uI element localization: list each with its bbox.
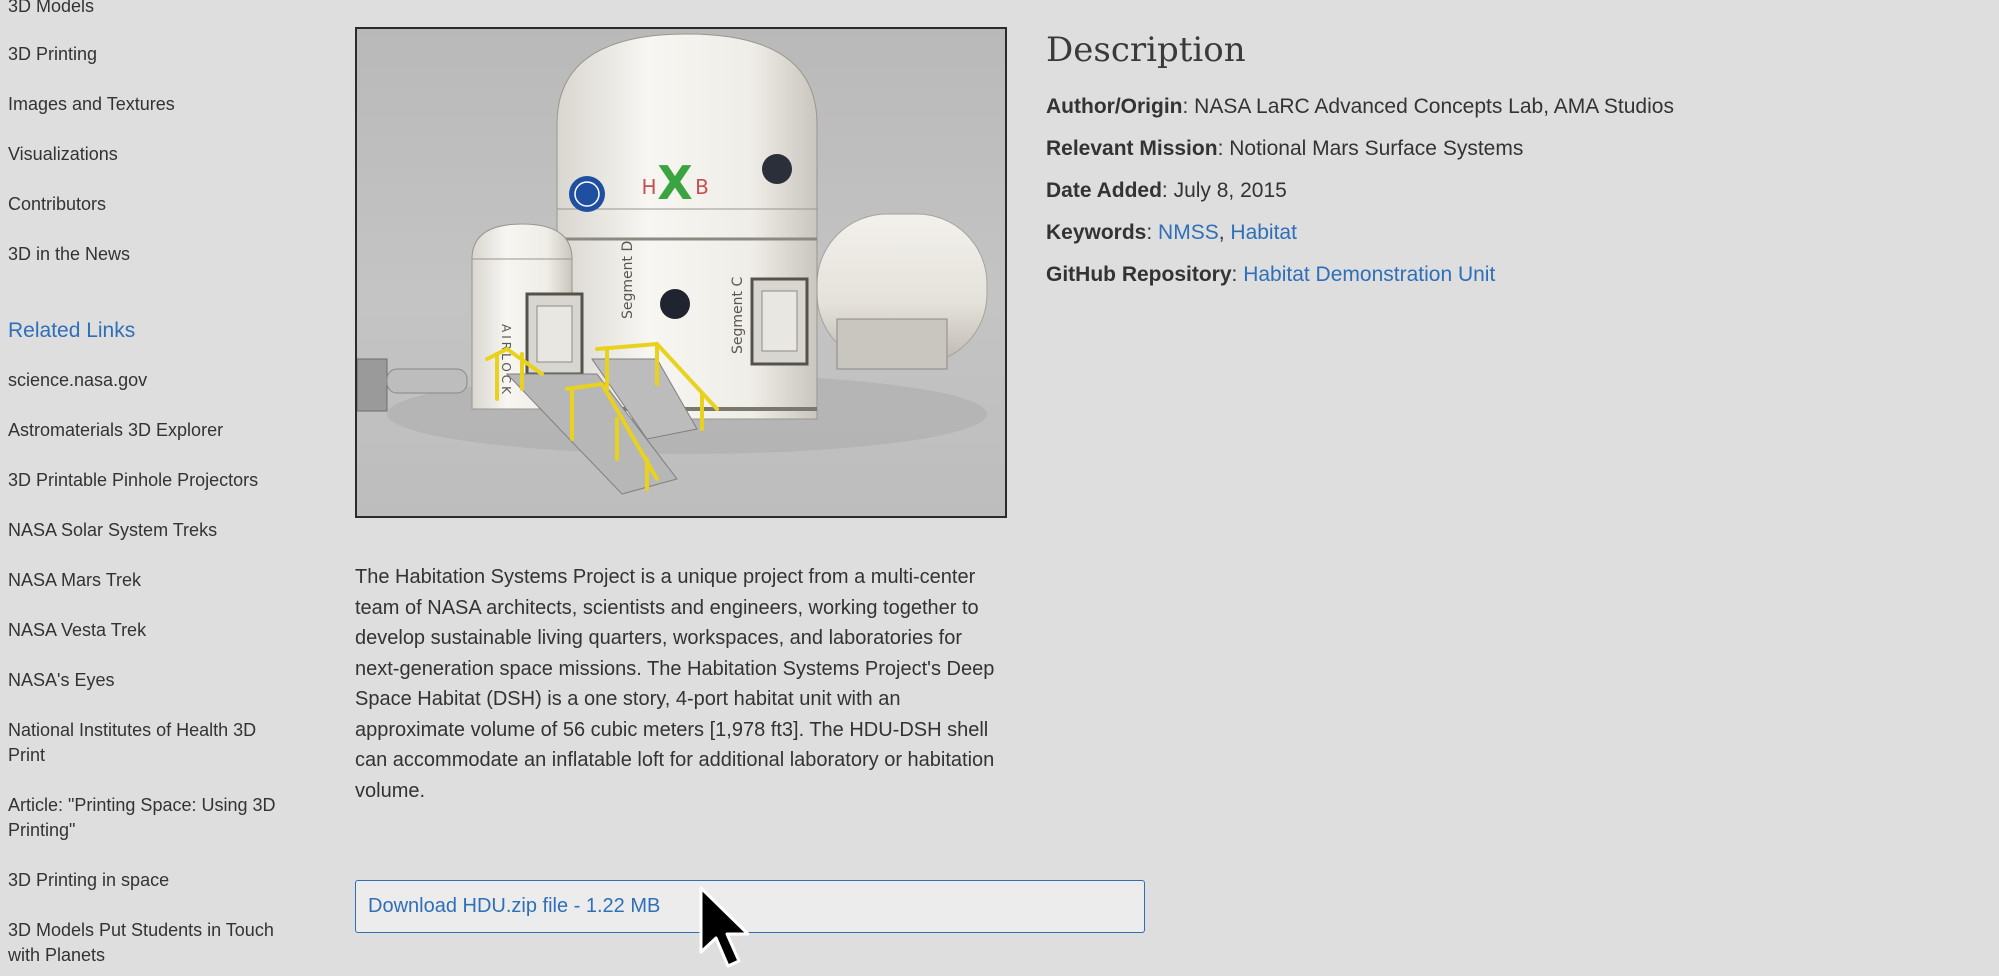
sidebar-item-visualizations[interactable]: Visualizations bbox=[8, 142, 118, 167]
sidebar-item-contributors[interactable]: Contributors bbox=[8, 192, 106, 217]
description-panel: Description Author/Origin: NASA LaRC Adv… bbox=[1046, 26, 1946, 296]
mission-label: Relevant Mission bbox=[1046, 137, 1218, 160]
related-link-nasas-eyes[interactable]: NASA's Eyes bbox=[8, 668, 114, 693]
related-links-heading: Related Links bbox=[8, 319, 136, 342]
hab-x-letter: X bbox=[657, 156, 692, 210]
date-label: Date Added bbox=[1046, 179, 1162, 202]
related-link-pinhole-projectors[interactable]: 3D Printable Pinhole Projectors bbox=[8, 468, 258, 493]
github-row: GitHub Repository: Habitat Demonstration… bbox=[1046, 254, 1946, 296]
github-sep: : bbox=[1231, 263, 1244, 286]
sidebar-item-3d-in-the-news[interactable]: 3D in the News bbox=[8, 242, 130, 267]
hab-b-letter: B bbox=[695, 175, 709, 199]
segment-d-label: Segment D bbox=[620, 241, 636, 319]
keywords-label: Keywords bbox=[1046, 221, 1147, 244]
keyword-link-nmss[interactable]: NMSS bbox=[1158, 221, 1219, 244]
description-heading: Description bbox=[1046, 30, 1246, 70]
keyword-comma: , bbox=[1218, 221, 1231, 244]
related-link-3d-printing-in-space[interactable]: 3D Printing in space bbox=[8, 868, 169, 893]
date-row: Date Added: July 8, 2015 bbox=[1046, 170, 1946, 212]
hab-h-letter: H bbox=[641, 175, 656, 199]
date-value: July 8, 2015 bbox=[1173, 179, 1287, 202]
mission-row: Relevant Mission: Notional Mars Surface … bbox=[1046, 128, 1946, 170]
project-description: The Habitation Systems Project is a uniq… bbox=[355, 566, 995, 802]
sidebar-item-3d-models[interactable]: 3D Models bbox=[8, 0, 94, 19]
related-link-printing-space-article[interactable]: Article: "Printing Space: Using 3D Print… bbox=[8, 793, 298, 843]
sidebar-item-images-and-textures[interactable]: Images and Textures bbox=[8, 92, 175, 117]
author-sep: : bbox=[1182, 95, 1195, 118]
author-label: Author/Origin bbox=[1046, 95, 1183, 118]
related-link-students-planets[interactable]: 3D Models Put Students in Touch with Pla… bbox=[8, 918, 298, 968]
related-link-vesta-trek[interactable]: NASA Vesta Trek bbox=[8, 618, 146, 643]
related-link-mars-trek[interactable]: NASA Mars Trek bbox=[8, 568, 141, 593]
segment-c-label: Segment C bbox=[730, 277, 746, 354]
page: 3D Models 3D Printing Images and Texture… bbox=[0, 0, 1999, 976]
related-link-science-nasa[interactable]: science.nasa.gov bbox=[8, 368, 147, 393]
related-link-nih-3d-print[interactable]: National Institutes of Health 3D Print bbox=[8, 718, 298, 768]
related-link-solar-system-treks[interactable]: NASA Solar System Treks bbox=[8, 518, 217, 543]
related-link-astromaterials[interactable]: Astromaterials 3D Explorer bbox=[8, 418, 223, 443]
habitat-model-image: X H B Segment D Segment C AIRLOCK bbox=[355, 27, 1007, 518]
sidebar-item-3d-printing[interactable]: 3D Printing bbox=[8, 42, 97, 67]
habitat-render-illustration: X H B Segment D Segment C AIRLOCK bbox=[357, 33, 988, 495]
author-value: NASA LaRC Advanced Concepts Lab, AMA Stu… bbox=[1194, 95, 1674, 118]
github-label: GitHub Repository bbox=[1046, 263, 1232, 286]
mouse-pointer-icon bbox=[699, 886, 750, 968]
github-repo-link[interactable]: Habitat Demonstration Unit bbox=[1243, 263, 1495, 286]
keywords-sep: : bbox=[1146, 221, 1159, 244]
keyword-link-habitat[interactable]: Habitat bbox=[1230, 221, 1297, 244]
mission-sep: : bbox=[1217, 137, 1230, 160]
keywords-row: Keywords: NMSS, Habitat bbox=[1046, 212, 1946, 254]
author-row: Author/Origin: NASA LaRC Advanced Concep… bbox=[1046, 86, 1946, 128]
date-sep: : bbox=[1161, 179, 1174, 202]
airlock-label: AIRLOCK bbox=[499, 324, 513, 397]
mission-value: Notional Mars Surface Systems bbox=[1229, 137, 1524, 160]
